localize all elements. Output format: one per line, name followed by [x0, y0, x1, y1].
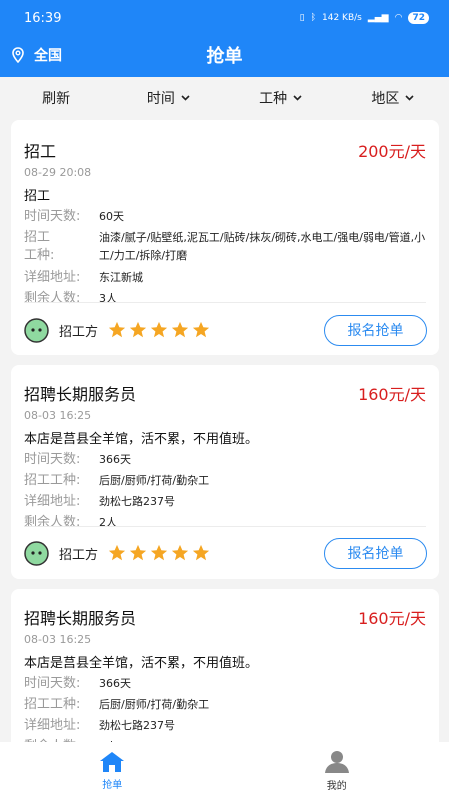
rating-stars	[108, 321, 210, 339]
job-title: 招聘长期服务员	[24, 385, 137, 404]
bottom-tab-bar: 抢单 我的	[0, 742, 449, 799]
filter-worktype[interactable]: 工种	[225, 88, 337, 108]
filter-worktype-label: 工种	[259, 91, 288, 107]
filter-region-label: 地区	[371, 91, 400, 107]
address-value: 东江新城	[99, 271, 143, 284]
filter-bar: 刷新 时间 工种 地区	[0, 77, 449, 119]
signal-icon: ▂▄▆	[367, 13, 389, 23]
filter-time[interactable]: 时间	[112, 88, 224, 108]
poster-label: 招工方	[59, 547, 99, 563]
filter-time-label: 时间	[146, 91, 175, 107]
address-label: 详细地址:	[24, 718, 81, 733]
worktype-value: 油漆/腻子/贴壁纸,泥瓦工/贴砖/抹灰/砌砖,水电工/强电/弱电/管道,小工/力…	[99, 231, 426, 262]
star-icon	[108, 544, 126, 561]
job-list: 招工 200元/天 08-29 20:08 招工 时间天数: 60天 招工工种:…	[11, 120, 439, 799]
address-value: 劲松七路237号	[99, 495, 175, 508]
worktype-label: 招工工种:	[24, 229, 99, 265]
job-date: 08-03 16:25	[24, 633, 92, 646]
job-price: 160元/天	[358, 609, 426, 628]
remaining-value: 3人	[99, 292, 117, 305]
days-value: 366天	[99, 677, 131, 690]
vibrate-icon: ▯	[299, 13, 305, 23]
card-divider	[24, 526, 426, 527]
remaining-label: 剩余人数:	[24, 291, 81, 306]
star-icon	[171, 321, 189, 338]
avatar-icon	[24, 540, 49, 566]
star-icon	[108, 321, 126, 338]
star-icon	[171, 544, 189, 561]
job-description: 本店是莒县全羊馆，活不累，不用值班。	[24, 656, 259, 671]
days-value: 60天	[99, 210, 124, 223]
worktype-value: 后厨/厨师/打荷/勤杂工	[99, 698, 210, 711]
address-label: 详细地址:	[24, 494, 81, 509]
star-icon	[129, 544, 147, 561]
star-icon	[129, 321, 147, 338]
filter-refresh-label: 刷新	[42, 91, 71, 107]
job-description: 本店是莒县全羊馆，活不累，不用值班。	[24, 432, 259, 447]
job-description: 招工	[24, 189, 51, 204]
worktype-value: 后厨/厨师/打荷/勤杂工	[99, 474, 210, 487]
avatar-icon	[24, 317, 49, 343]
wifi-icon: ◠	[394, 13, 403, 23]
tab-mine-label: 我的	[326, 780, 347, 792]
days-label: 时间天数:	[24, 676, 81, 691]
job-price: 200元/天	[358, 142, 426, 161]
page-title: 抢单	[206, 46, 243, 67]
tab-grab-order-label: 抢单	[102, 779, 123, 791]
network-speed: 142 KB/s	[322, 13, 362, 23]
chevron-down-icon	[181, 95, 190, 101]
status-bar: 16:39 ▯ ᛒ 142 KB/s ▂▄▆ ◠ 72	[0, 0, 449, 36]
worktype-label-line1: 招工	[24, 230, 51, 245]
remaining-value: 2人	[99, 516, 117, 529]
star-icon	[150, 544, 168, 561]
filter-refresh[interactable]: 刷新	[0, 88, 112, 108]
chevron-down-icon	[405, 95, 414, 101]
location-selector[interactable]: 全国	[12, 45, 62, 65]
days-value: 366天	[99, 453, 131, 466]
days-label: 时间天数:	[24, 209, 81, 224]
job-title: 招聘长期服务员	[24, 609, 137, 628]
chevron-down-icon	[293, 95, 302, 101]
bluetooth-icon: ᛒ	[310, 13, 316, 23]
person-icon	[324, 750, 349, 773]
days-label: 时间天数:	[24, 452, 81, 467]
remaining-label: 剩余人数:	[24, 515, 81, 530]
grab-order-button[interactable]: 报名抢单	[324, 537, 427, 569]
star-icon	[150, 321, 168, 338]
worktype-label: 招工工种:	[24, 473, 81, 488]
job-date: 08-29 20:08	[24, 166, 92, 179]
address-label: 详细地址:	[24, 270, 81, 285]
status-time: 16:39	[24, 10, 62, 26]
top-header: 16:39 ▯ ᛒ 142 KB/s ▂▄▆ ◠ 72 全国 抢单	[0, 0, 449, 77]
job-title: 招工	[24, 142, 57, 161]
rating-stars	[108, 544, 210, 562]
battery-icon: 72	[408, 12, 429, 24]
job-price: 160元/天	[358, 385, 426, 404]
poster-label: 招工方	[59, 324, 99, 340]
star-icon	[192, 544, 210, 561]
filter-region[interactable]: 地区	[337, 88, 449, 108]
grab-order-button[interactable]: 报名抢单	[324, 314, 427, 346]
card-divider	[24, 302, 426, 303]
address-value: 劲松七路237号	[99, 719, 175, 732]
job-card[interactable]: 招聘长期服务员 160元/天 08-03 16:25 本店是莒县全羊馆，活不累，…	[11, 365, 439, 579]
worktype-label-line2: 工种:	[24, 248, 55, 263]
status-icons: ▯ ᛒ 142 KB/s ▂▄▆ ◠ 72	[300, 12, 429, 24]
tab-grab-order[interactable]: 抢单	[0, 742, 225, 799]
tab-mine[interactable]: 我的	[225, 742, 449, 799]
location-label: 全国	[34, 48, 62, 64]
job-card[interactable]: 招工 200元/天 08-29 20:08 招工 时间天数: 60天 招工工种:…	[11, 120, 439, 355]
location-pin-icon	[12, 47, 24, 63]
worktype-label: 招工工种:	[24, 697, 81, 712]
job-date: 08-03 16:25	[24, 409, 92, 422]
home-icon	[100, 751, 125, 772]
star-icon	[192, 321, 210, 338]
